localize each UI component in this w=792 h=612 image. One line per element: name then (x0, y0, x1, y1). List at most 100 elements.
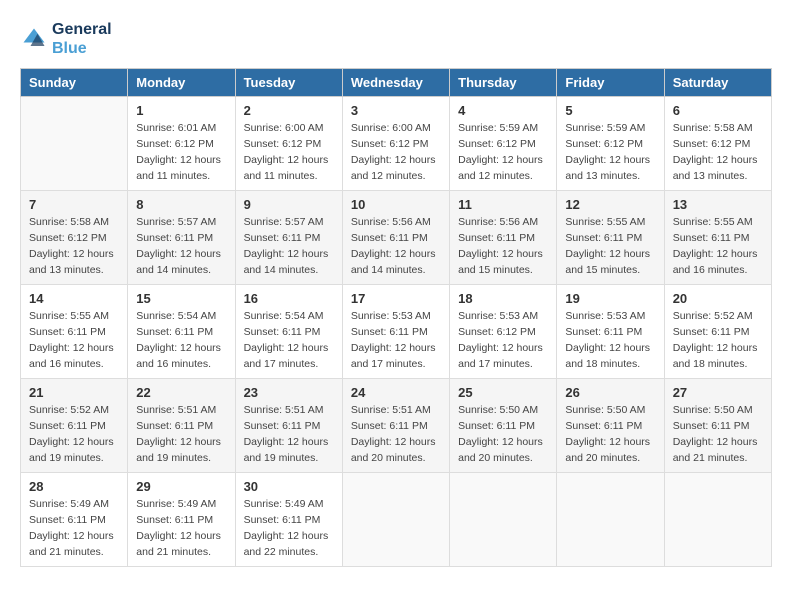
day-info: Sunrise: 5:57 AM Sunset: 6:11 PM Dayligh… (244, 215, 334, 278)
calendar-cell: 1 Sunrise: 6:01 AM Sunset: 6:12 PM Daylig… (128, 97, 235, 191)
calendar-cell: 12 Sunrise: 5:55 AM Sunset: 6:11 PM Dayli… (557, 191, 664, 285)
calendar-cell: 4 Sunrise: 5:59 AM Sunset: 6:12 PM Daylig… (450, 97, 557, 191)
day-number: 19 (565, 291, 655, 306)
calendar-cell: 10 Sunrise: 5:56 AM Sunset: 6:11 PM Dayli… (342, 191, 449, 285)
calendar-week-row: 28 Sunrise: 5:49 AM Sunset: 6:11 PM Dayli… (21, 473, 772, 567)
logo-text: General Blue (52, 20, 112, 58)
day-number: 15 (136, 291, 226, 306)
day-info: Sunrise: 6:00 AM Sunset: 6:12 PM Dayligh… (244, 121, 334, 184)
col-header-tuesday: Tuesday (235, 69, 342, 97)
day-number: 2 (244, 103, 334, 118)
day-info: Sunrise: 5:50 AM Sunset: 6:11 PM Dayligh… (673, 403, 763, 466)
calendar-cell: 21 Sunrise: 5:52 AM Sunset: 6:11 PM Dayli… (21, 379, 128, 473)
calendar-cell (664, 473, 771, 567)
calendar-cell: 8 Sunrise: 5:57 AM Sunset: 6:11 PM Daylig… (128, 191, 235, 285)
calendar-week-row: 7 Sunrise: 5:58 AM Sunset: 6:12 PM Daylig… (21, 191, 772, 285)
calendar-cell: 16Sunrise: 5:54 AM Sunset: 6:11 PM Dayli… (235, 285, 342, 379)
col-header-monday: Monday (128, 69, 235, 97)
day-info: Sunrise: 5:55 AM Sunset: 6:11 PM Dayligh… (673, 215, 763, 278)
day-info: Sunrise: 6:01 AM Sunset: 6:12 PM Dayligh… (136, 121, 226, 184)
calendar-week-row: 21 Sunrise: 5:52 AM Sunset: 6:11 PM Dayli… (21, 379, 772, 473)
day-info: Sunrise: 5:54 AM Sunset: 6:11 PM Dayligh… (136, 309, 226, 372)
calendar-cell: 11 Sunrise: 5:56 AM Sunset: 6:11 PM Dayli… (450, 191, 557, 285)
day-number: 7 (29, 197, 119, 212)
day-number: 23 (244, 385, 334, 400)
day-number: 4 (458, 103, 548, 118)
day-info: Sunrise: 5:53 AM Sunset: 6:11 PM Dayligh… (565, 309, 655, 372)
calendar-cell: 28 Sunrise: 5:49 AM Sunset: 6:11 PM Dayli… (21, 473, 128, 567)
day-number: 13 (673, 197, 763, 212)
col-header-saturday: Saturday (664, 69, 771, 97)
day-number: 8 (136, 197, 226, 212)
calendar-week-row: 14 Sunrise: 5:55 AM Sunset: 6:11 PM Dayli… (21, 285, 772, 379)
day-info: Sunrise: 5:55 AM Sunset: 6:11 PM Dayligh… (29, 309, 119, 372)
day-number: 9 (244, 197, 334, 212)
day-info: Sunrise: 5:51 AM Sunset: 6:11 PM Dayligh… (136, 403, 226, 466)
day-number: 27 (673, 385, 763, 400)
day-info: Sunrise: 5:52 AM Sunset: 6:11 PM Dayligh… (29, 403, 119, 466)
calendar-cell: 20Sunrise: 5:52 AM Sunset: 6:11 PM Dayli… (664, 285, 771, 379)
day-info: Sunrise: 5:58 AM Sunset: 6:12 PM Dayligh… (673, 121, 763, 184)
col-header-friday: Friday (557, 69, 664, 97)
day-info: Sunrise: 5:51 AM Sunset: 6:11 PM Dayligh… (244, 403, 334, 466)
day-info: Sunrise: 5:59 AM Sunset: 6:12 PM Dayligh… (458, 121, 548, 184)
calendar-week-row: 1 Sunrise: 6:01 AM Sunset: 6:12 PM Daylig… (21, 97, 772, 191)
logo: General Blue (20, 20, 112, 58)
day-number: 11 (458, 197, 548, 212)
calendar-cell: 15 Sunrise: 5:54 AM Sunset: 6:11 PM Dayli… (128, 285, 235, 379)
calendar-cell: 23 Sunrise: 5:51 AM Sunset: 6:11 PM Dayli… (235, 379, 342, 473)
calendar-cell: 25 Sunrise: 5:50 AM Sunset: 6:11 PM Dayli… (450, 379, 557, 473)
calendar-cell: 2 Sunrise: 6:00 AM Sunset: 6:12 PM Daylig… (235, 97, 342, 191)
calendar-cell: 13 Sunrise: 5:55 AM Sunset: 6:11 PM Dayli… (664, 191, 771, 285)
calendar-cell: 5 Sunrise: 5:59 AM Sunset: 6:12 PM Daylig… (557, 97, 664, 191)
day-info: Sunrise: 5:49 AM Sunset: 6:11 PM Dayligh… (29, 497, 119, 560)
day-info: Sunrise: 5:56 AM Sunset: 6:11 PM Dayligh… (458, 215, 548, 278)
day-info: Sunrise: 5:54 AM Sunset: 6:11 PM Dayligh… (244, 309, 334, 372)
day-number: 3 (351, 103, 441, 118)
day-number: 25 (458, 385, 548, 400)
day-info: Sunrise: 5:49 AM Sunset: 6:11 PM Dayligh… (136, 497, 226, 560)
calendar-cell: 19 Sunrise: 5:53 AM Sunset: 6:11 PM Dayli… (557, 285, 664, 379)
day-number: 26 (565, 385, 655, 400)
day-info: Sunrise: 5:56 AM Sunset: 6:11 PM Dayligh… (351, 215, 441, 278)
day-info: Sunrise: 6:00 AM Sunset: 6:12 PM Dayligh… (351, 121, 441, 184)
day-info: Sunrise: 5:58 AM Sunset: 6:12 PM Dayligh… (29, 215, 119, 278)
col-header-thursday: Thursday (450, 69, 557, 97)
day-info: Sunrise: 5:51 AM Sunset: 6:11 PM Dayligh… (351, 403, 441, 466)
calendar-cell: 29Sunrise: 5:49 AM Sunset: 6:11 PM Dayli… (128, 473, 235, 567)
calendar-cell: 30Sunrise: 5:49 AM Sunset: 6:11 PM Dayli… (235, 473, 342, 567)
day-number: 24 (351, 385, 441, 400)
calendar-cell: 24 Sunrise: 5:51 AM Sunset: 6:11 PM Dayli… (342, 379, 449, 473)
calendar-cell (557, 473, 664, 567)
day-info: Sunrise: 5:57 AM Sunset: 6:11 PM Dayligh… (136, 215, 226, 278)
calendar-cell: 18Sunrise: 5:53 AM Sunset: 6:12 PM Dayli… (450, 285, 557, 379)
day-info: Sunrise: 5:55 AM Sunset: 6:11 PM Dayligh… (565, 215, 655, 278)
calendar-cell: 14 Sunrise: 5:55 AM Sunset: 6:11 PM Dayli… (21, 285, 128, 379)
day-info: Sunrise: 5:52 AM Sunset: 6:11 PM Dayligh… (673, 309, 763, 372)
day-info: Sunrise: 5:50 AM Sunset: 6:11 PM Dayligh… (458, 403, 548, 466)
calendar-cell (342, 473, 449, 567)
day-number: 5 (565, 103, 655, 118)
day-number: 6 (673, 103, 763, 118)
day-number: 28 (29, 479, 119, 494)
day-number: 12 (565, 197, 655, 212)
day-number: 18 (458, 291, 548, 306)
col-header-sunday: Sunday (21, 69, 128, 97)
calendar-table: SundayMondayTuesdayWednesdayThursdayFrid… (20, 68, 772, 567)
day-number: 1 (136, 103, 226, 118)
calendar-cell: 3 Sunrise: 6:00 AM Sunset: 6:12 PM Daylig… (342, 97, 449, 191)
day-number: 22 (136, 385, 226, 400)
day-number: 14 (29, 291, 119, 306)
calendar-cell: 17Sunrise: 5:53 AM Sunset: 6:11 PM Dayli… (342, 285, 449, 379)
calendar-cell: 26 Sunrise: 5:50 AM Sunset: 6:11 PM Dayli… (557, 379, 664, 473)
page-header: General Blue (20, 20, 772, 58)
day-number: 10 (351, 197, 441, 212)
calendar-cell: 7 Sunrise: 5:58 AM Sunset: 6:12 PM Daylig… (21, 191, 128, 285)
calendar-cell: 22 Sunrise: 5:51 AM Sunset: 6:11 PM Dayli… (128, 379, 235, 473)
day-info: Sunrise: 5:50 AM Sunset: 6:11 PM Dayligh… (565, 403, 655, 466)
day-info: Sunrise: 5:59 AM Sunset: 6:12 PM Dayligh… (565, 121, 655, 184)
calendar-cell: 9 Sunrise: 5:57 AM Sunset: 6:11 PM Daylig… (235, 191, 342, 285)
day-info: Sunrise: 5:49 AM Sunset: 6:11 PM Dayligh… (244, 497, 334, 560)
day-number: 21 (29, 385, 119, 400)
calendar-cell: 6 Sunrise: 5:58 AM Sunset: 6:12 PM Daylig… (664, 97, 771, 191)
